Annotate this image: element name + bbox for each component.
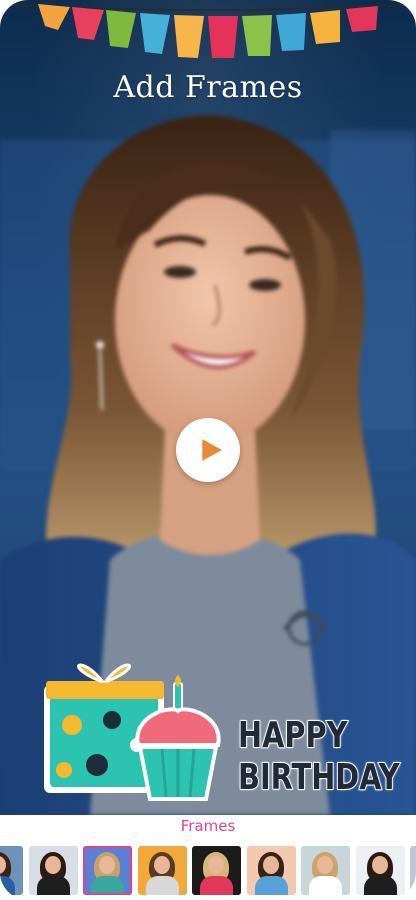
frames-section-label: Frames	[0, 815, 416, 837]
thumbnail-body	[254, 876, 288, 895]
thumbnail-face	[208, 856, 224, 874]
thumbnail-body	[145, 876, 179, 895]
thumbnail-face	[371, 856, 388, 874]
frame-thumbnail[interactable]	[137, 846, 187, 895]
bunting-decoration	[0, 3, 416, 58]
happy-birthday-text: HAPPY BIRTHDAY	[237, 715, 400, 798]
thumbnail-body	[309, 876, 342, 895]
photo-preview[interactable]: Add Frames HAPPY BIRTHDAY	[0, 0, 416, 815]
sticker-line-1: HAPPY	[237, 715, 348, 756]
frame-thumbnail[interactable]	[301, 846, 350, 895]
sticker-line-2: BIRTHDAY	[237, 757, 400, 798]
play-icon	[201, 439, 222, 461]
thumbnail-body	[36, 876, 70, 895]
thumbnail-face	[99, 856, 115, 874]
frame-thumbnail[interactable]	[0, 846, 23, 895]
thumbnail-body	[200, 876, 233, 895]
frame-thumbnail[interactable]	[83, 846, 132, 895]
thumbnail-body	[91, 876, 124, 895]
frame-thumbnail[interactable]	[246, 846, 296, 895]
frame-thumbnail[interactable]	[410, 846, 416, 895]
thumbnail-face	[317, 856, 333, 874]
page-title: Add Frames	[113, 70, 303, 105]
thumbnail-face	[44, 856, 61, 874]
thumbnail-body	[0, 876, 15, 895]
app-screen: Add Frames HAPPY BIRTHDAY Frames	[0, 0, 416, 900]
thumbnail-face	[153, 856, 170, 874]
frame-thumbnail[interactable]	[192, 846, 241, 895]
frame-thumbnail[interactable]	[355, 846, 405, 895]
cupcake-sticker	[135, 675, 221, 801]
frames-thumbnail-strip[interactable]	[0, 840, 416, 900]
thumbnail-hair	[94, 852, 120, 882]
thumbnail-body	[363, 876, 397, 895]
thumbnail-face	[262, 856, 279, 874]
play-button[interactable]	[176, 418, 240, 482]
frame-thumbnail[interactable]	[28, 846, 78, 895]
